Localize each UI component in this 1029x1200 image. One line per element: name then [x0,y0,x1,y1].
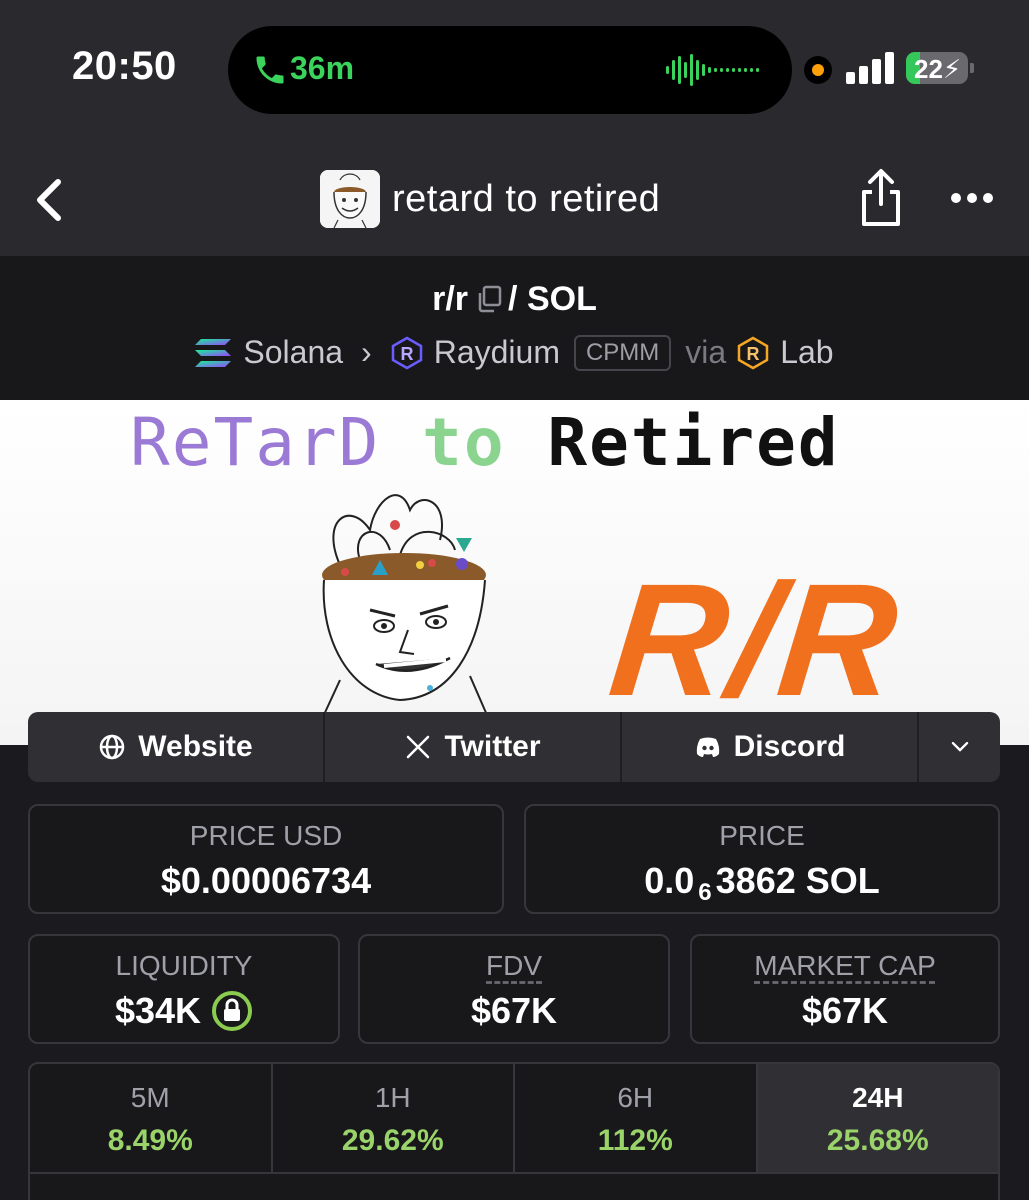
phone-icon [256,56,284,84]
tab-label: 1H [374,1082,411,1113]
market-cap-label: MARKET CAP [754,950,936,981]
social-links-bar: Website Twitter Discord [28,712,1000,782]
chevron-right-icon: › [361,334,372,370]
pair-separator: / [508,280,518,318]
battery-indicator: 22⚡ [906,52,974,84]
tab-5m[interactable]: 5M 8.49% [30,1064,273,1172]
privacy-indicator-icon [804,56,832,84]
discord-label: Discord [733,730,846,763]
tab-label: 5M [130,1082,170,1113]
chevron-down-icon [951,741,968,752]
tab-6h[interactable]: 6H 112% [515,1064,758,1172]
copy-icon[interactable] [476,285,502,313]
price-change-value: 29.62% [341,1124,444,1157]
banner-logo-text: R/R [602,550,910,729]
chain-breadcrumb: Solana › R Raydium CPMM via R Lab [0,334,1029,371]
twitter-label: Twitter [444,730,541,763]
battery-percent: 22⚡ [914,54,962,84]
liquidity-label: LIQUIDITY [115,950,253,981]
base-symbol: r/r [432,280,469,318]
svg-text:R: R [400,344,413,364]
tab-label: 24H [852,1082,904,1113]
timeframe-tabs: 5M 8.49% 1H 29.62% 6H 112% 24H 25.68% [30,1064,998,1174]
pool-type-badge: CPMM [573,334,672,371]
chain-name[interactable]: Solana [243,334,343,371]
solana-icon [195,338,232,367]
quote-symbol: SOL [526,280,597,318]
launchpad-name[interactable]: Lab [780,334,833,371]
svg-text:R: R [747,344,760,364]
audio-waveform-icon [666,54,759,86]
price-change-value: 8.49% [107,1124,193,1157]
top-nav-bar: retard to retired [0,140,1029,256]
discord-link-button[interactable]: Discord [622,712,919,782]
price-native-card: PRICE 0.0 6 3862 SOL [524,804,1000,914]
price-change-panel: 5M 8.49% 1H 29.62% 6H 112% 24H 25.68% [28,1062,1000,1200]
fdv-label: FDV [486,950,542,981]
pair-name: r/r / SOL [0,280,1029,319]
fdv-card[interactable]: FDV $67K [358,934,670,1044]
price-usd-label: PRICE USD [189,820,343,851]
price-usd-value: $0.00006734 [160,860,372,901]
price-zero-count: 6 [698,879,712,906]
call-duration: 36m [290,50,355,86]
status-time: 20:50 [72,44,177,88]
market-cap-card[interactable]: MARKET CAP $67K [690,934,1000,1044]
globe-icon [100,734,125,760]
dynamic-island-call[interactable]: 36m [228,26,792,114]
chevron-left-icon[interactable] [30,176,70,224]
price-change-value: 25.68% [826,1124,929,1157]
raydium-icon: R [391,336,422,369]
price-usd-card: PRICE USD $0.00006734 [28,804,504,914]
pair-header: r/r / SOL Solana › R Raydium CPMM via R … [0,256,1029,400]
tab-24h[interactable]: 24H 25.68% [757,1064,998,1172]
banner-word-2: to [422,404,506,481]
token-avatar [320,170,380,228]
lock-icon[interactable] [211,990,253,1032]
banner-word-1: ReTarD [130,404,381,481]
tab-1h[interactable]: 1H 29.62% [273,1064,515,1172]
via-label: via [685,334,727,370]
liquidity-card: LIQUIDITY $34K [28,934,340,1044]
x-logo-icon [407,735,430,759]
market-cap-value: $67K [801,990,889,1031]
price-native-value: 0.0 6 3862 SOL [644,860,880,906]
expand-links-button[interactable] [919,712,1000,782]
status-bar: 20:50 36m 22⚡ [0,0,1029,140]
share-icon[interactable] [858,168,904,228]
cellular-signal-icon [846,52,894,84]
twitter-link-button[interactable]: Twitter [325,712,622,782]
liquidity-value: $34K [30,990,338,1032]
page-title: retard to retired [392,178,661,220]
banner-title: ReTarD to Retired [130,404,840,481]
discord-icon [696,737,719,757]
price-label: PRICE [719,820,805,851]
fdv-value: $67K [470,990,558,1031]
wojak-illustration [309,494,501,745]
dex-name[interactable]: Raydium [434,334,560,371]
website-link-button[interactable]: Website [28,712,325,782]
price-change-value: 112% [597,1124,673,1157]
lab-icon: R [737,336,769,369]
banner-word-3: Retired [547,404,840,481]
tab-label: 6H [617,1082,654,1113]
website-label: Website [138,730,253,763]
ellipsis-icon[interactable] [948,188,996,208]
